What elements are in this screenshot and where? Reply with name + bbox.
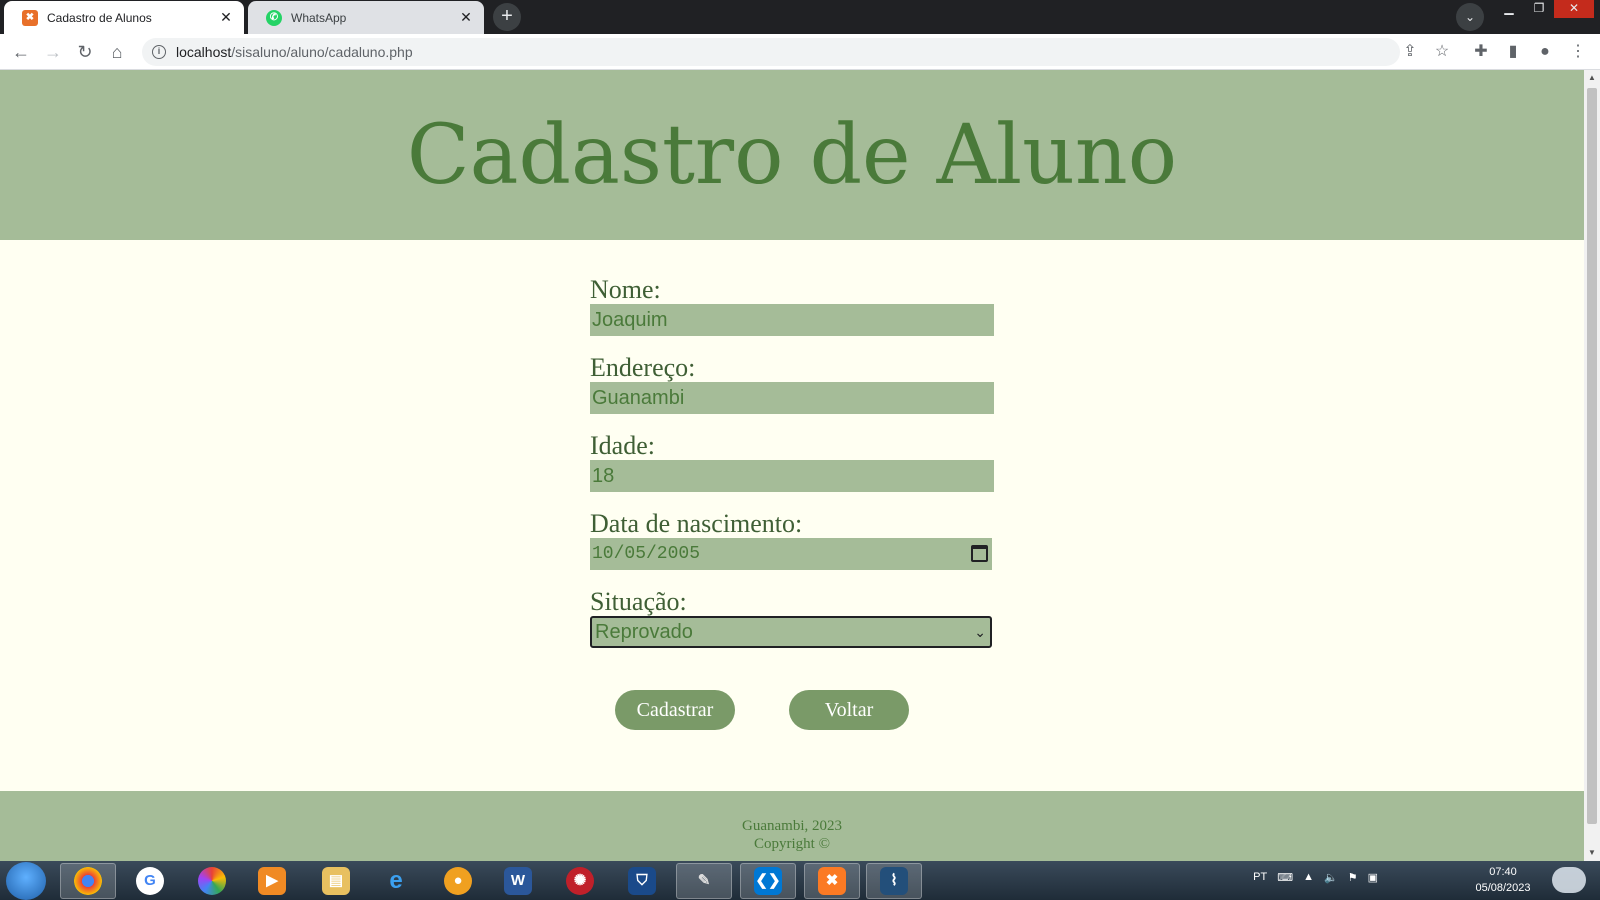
taskbar-internet-explorer-icon[interactable]: e bbox=[368, 863, 424, 899]
extensions-puzzle-icon[interactable]: ✚ bbox=[1469, 40, 1493, 64]
forward-arrow-icon[interactable]: → bbox=[41, 40, 65, 64]
nome-label: Nome: bbox=[590, 275, 661, 304]
close-tab-icon[interactable]: ✕ bbox=[458, 9, 474, 26]
voltar-button[interactable]: Voltar bbox=[789, 690, 909, 730]
situacao-select[interactable]: Reprovado ⌄ bbox=[590, 616, 992, 648]
weather-cloud-icon[interactable] bbox=[1552, 867, 1586, 893]
chevron-down-icon: ⌄ bbox=[974, 624, 986, 640]
close-window-icon[interactable]: ✕ bbox=[1554, 0, 1594, 18]
profile-avatar-icon[interactable]: ● bbox=[1533, 40, 1557, 64]
taskbar-shield-app-icon[interactable]: ⛉ bbox=[614, 863, 670, 899]
browser-toolbar: ← → ↻ ⌂ i localhost/sisaluno/aluno/cadal… bbox=[0, 34, 1600, 70]
side-panel-icon[interactable]: ▮ bbox=[1501, 40, 1525, 64]
footer-location: Guanambi, 2023 bbox=[742, 818, 842, 834]
window-controls: ▁ ❐ ✕ bbox=[1494, 0, 1594, 18]
show-hidden-icons-icon[interactable]: ▲ bbox=[1303, 871, 1314, 884]
tab-title: WhatsApp bbox=[291, 10, 347, 25]
page-scrollbar[interactable]: ▲ ▼ bbox=[1584, 70, 1600, 861]
taskbar-file-explorer-icon[interactable]: ▤ bbox=[308, 863, 364, 899]
taskbar-media-player-icon[interactable]: ▶ bbox=[244, 863, 300, 899]
page-header: Cadastro de Aluno bbox=[0, 70, 1584, 240]
share-icon[interactable]: ⇪ bbox=[1398, 40, 1422, 64]
minimize-icon[interactable]: ▁ bbox=[1494, 0, 1524, 18]
taskbar-picasa-icon[interactable] bbox=[184, 863, 240, 899]
clock-date: 05/08/2023 bbox=[1475, 882, 1531, 894]
taskbar-google-icon[interactable]: G bbox=[122, 863, 178, 899]
language-indicator[interactable]: PT bbox=[1253, 871, 1267, 884]
url-text: localhost/sisaluno/aluno/cadaluno.php bbox=[176, 44, 413, 60]
page-footer: Guanambi, 2023 Copyright © bbox=[0, 791, 1584, 861]
nome-input[interactable]: Joaquim bbox=[590, 304, 994, 336]
taskbar-vscode-icon[interactable]: ❮❯ bbox=[740, 863, 796, 899]
idade-input[interactable]: 18 bbox=[590, 460, 994, 492]
taskbar-chrome-icon[interactable] bbox=[60, 863, 116, 899]
tab-cadastro-de-alunos[interactable]: ✖ Cadastro de Alunos ✕ bbox=[4, 1, 244, 34]
network-icon[interactable]: ▣ bbox=[1368, 871, 1378, 884]
browser-tab-strip: ✖ Cadastro de Alunos ✕ ✆ WhatsApp ✕ + ⌄ … bbox=[0, 0, 1600, 34]
calendar-icon[interactable] bbox=[971, 545, 988, 562]
scroll-up-icon[interactable]: ▲ bbox=[1584, 70, 1600, 86]
page-title: Cadastro de Aluno bbox=[406, 107, 1178, 203]
tab-search-button[interactable]: ⌄ bbox=[1456, 3, 1484, 31]
data-nascimento-input[interactable]: 10/05/2005 bbox=[590, 538, 992, 570]
cadastrar-button[interactable]: Cadastrar bbox=[615, 690, 735, 730]
system-tray: PT ⌨ ▲ 🔈 ⚑ ▣ bbox=[1253, 871, 1378, 884]
windows-taskbar: G ▶ ▤ e ● W ✺ ⛉ ✎ ❮❯ ✖ ⌇ PT ⌨ ▲ 🔈 ⚑ ▣ 07… bbox=[0, 861, 1600, 900]
situacao-selected-value: Reprovado bbox=[595, 621, 693, 643]
taskbar-word-icon[interactable]: W bbox=[490, 863, 546, 899]
web-page: Cadastro de Aluno Nome: Joaquim Endereço… bbox=[0, 70, 1584, 861]
keyboard-icon[interactable]: ⌨ bbox=[1277, 871, 1293, 884]
reload-icon[interactable]: ↻ bbox=[73, 40, 97, 64]
date-value: 10/05/2005 bbox=[592, 544, 701, 564]
restore-icon[interactable]: ❐ bbox=[1524, 0, 1554, 18]
tab-title: Cadastro de Alunos bbox=[47, 10, 152, 25]
flag-icon[interactable]: ⚑ bbox=[1348, 871, 1358, 884]
browser-menu-icon[interactable]: ⋮ bbox=[1566, 40, 1590, 64]
taskbar-clock[interactable]: 07:40 05/08/2023 bbox=[1468, 864, 1538, 896]
scrollbar-thumb[interactable] bbox=[1587, 88, 1597, 824]
start-button[interactable] bbox=[6, 862, 46, 900]
back-arrow-icon[interactable]: ← bbox=[9, 40, 33, 64]
home-icon[interactable]: ⌂ bbox=[105, 40, 129, 64]
taskbar-paint-app-icon[interactable]: ✎ bbox=[676, 863, 732, 899]
taskbar-mysql-workbench-icon[interactable]: ⌇ bbox=[866, 863, 922, 899]
close-tab-icon[interactable]: ✕ bbox=[218, 9, 234, 26]
endereco-input[interactable]: Guanambi bbox=[590, 382, 994, 414]
bookmark-star-icon[interactable]: ☆ bbox=[1430, 40, 1454, 64]
taskbar-app-icon[interactable]: ● bbox=[430, 863, 486, 899]
endereco-label: Endereço: bbox=[590, 353, 696, 382]
taskbar-xampp-icon[interactable]: ✖ bbox=[804, 863, 860, 899]
whatsapp-icon: ✆ bbox=[266, 9, 282, 26]
tab-whatsapp[interactable]: ✆ WhatsApp ✕ bbox=[248, 1, 484, 34]
taskbar-security-app-icon[interactable]: ✺ bbox=[552, 863, 608, 899]
site-info-icon[interactable]: i bbox=[152, 45, 166, 59]
footer-copyright: Copyright © bbox=[754, 836, 830, 852]
clock-time: 07:40 bbox=[1489, 866, 1517, 878]
situacao-label: Situação: bbox=[590, 587, 687, 616]
scroll-down-icon[interactable]: ▼ bbox=[1584, 845, 1600, 861]
xampp-icon: ✖ bbox=[22, 9, 38, 26]
data-nascimento-label: Data de nascimento: bbox=[590, 509, 803, 538]
idade-label: Idade: bbox=[590, 431, 655, 460]
student-form: Nome: Joaquim Endereço: Guanambi Idade: … bbox=[590, 276, 1000, 648]
volume-icon[interactable]: 🔈 bbox=[1324, 871, 1338, 884]
new-tab-button[interactable]: + bbox=[493, 3, 521, 31]
address-bar[interactable]: i localhost/sisaluno/aluno/cadaluno.php bbox=[142, 38, 1400, 66]
